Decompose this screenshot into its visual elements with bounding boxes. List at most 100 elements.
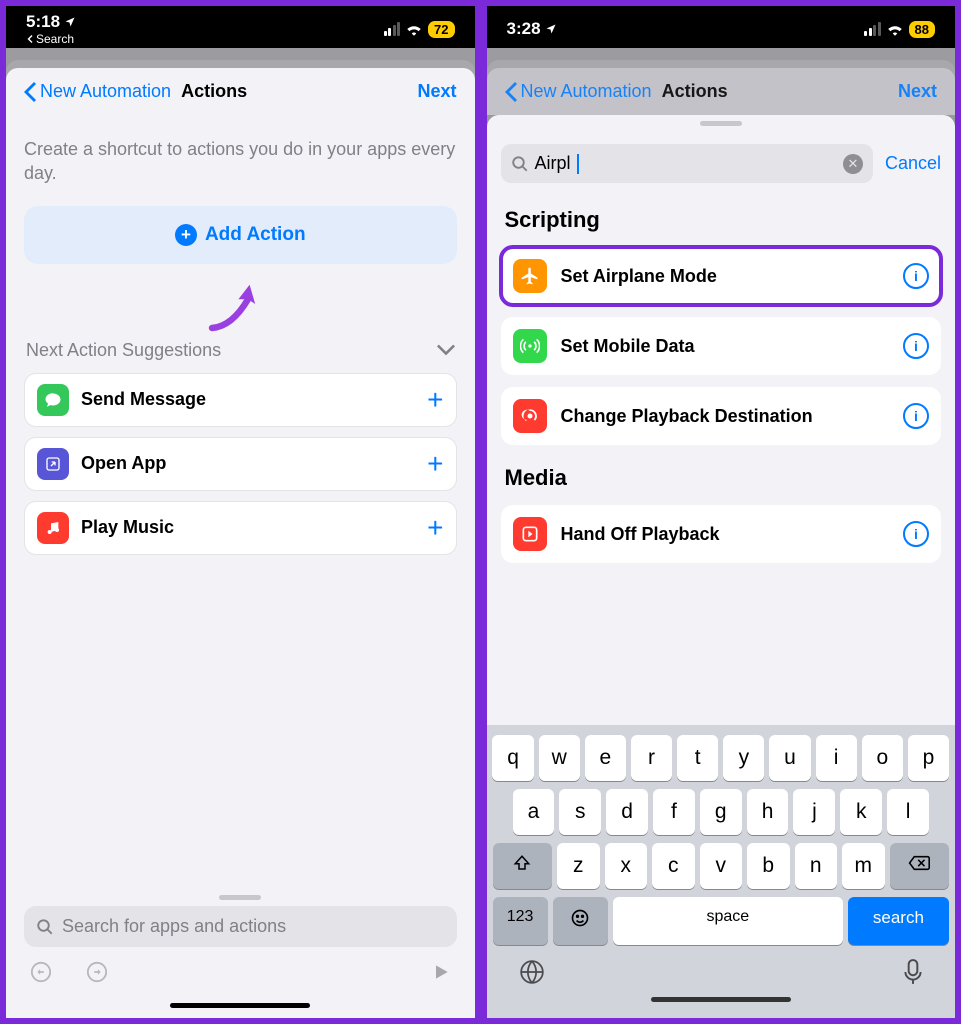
wifi-icon	[886, 22, 904, 36]
search-bar[interactable]: Search for apps and actions	[24, 906, 457, 947]
phone-left: 5:18 Search 72 New Automation Actions N	[3, 3, 478, 1021]
key-b[interactable]: b	[747, 843, 790, 889]
antenna-icon	[513, 329, 547, 363]
key-j[interactable]: j	[793, 789, 835, 835]
key-backspace[interactable]	[890, 843, 950, 889]
key-x[interactable]: x	[605, 843, 648, 889]
redo-icon[interactable]	[86, 961, 108, 983]
key-a[interactable]: a	[513, 789, 555, 835]
key-z[interactable]: z	[557, 843, 600, 889]
wifi-icon	[405, 22, 423, 36]
key-s[interactable]: s	[559, 789, 601, 835]
key-g[interactable]: g	[700, 789, 742, 835]
airplane-icon	[513, 259, 547, 293]
key-p[interactable]: p	[908, 735, 949, 781]
clear-icon[interactable]: ✕	[843, 154, 863, 174]
nav-back-button[interactable]: New Automation	[24, 81, 171, 102]
nav-next-button[interactable]: Next	[417, 81, 456, 102]
undo-icon[interactable]	[30, 961, 52, 983]
info-icon[interactable]: i	[903, 403, 929, 429]
grabber[interactable]	[219, 895, 261, 900]
key-m[interactable]: m	[842, 843, 885, 889]
cellular-icon	[384, 22, 401, 36]
add-icon[interactable]: +	[427, 448, 443, 480]
key-shift[interactable]	[493, 843, 553, 889]
search-value: Airpl	[535, 153, 571, 174]
key-d[interactable]: d	[606, 789, 648, 835]
home-indicator[interactable]	[170, 1003, 310, 1008]
add-icon[interactable]: +	[427, 384, 443, 416]
suggestion-send-message[interactable]: Send Message +	[24, 373, 457, 427]
suggestions-header-label: Next Action Suggestions	[26, 340, 221, 361]
result-label: Change Playback Destination	[561, 406, 813, 427]
airplay-icon	[513, 399, 547, 433]
result-hand-off-playback[interactable]: Hand Off Playback i	[501, 505, 942, 563]
actions-sheet: New Automation Actions Next Create a sho…	[6, 68, 475, 1018]
status-time: 5:18	[26, 12, 76, 32]
result-set-mobile-data[interactable]: Set Mobile Data i	[501, 317, 942, 375]
cancel-button[interactable]: Cancel	[885, 153, 941, 174]
nav-back-button[interactable]: New Automation	[505, 81, 652, 102]
suggestion-open-app[interactable]: Open App +	[24, 437, 457, 491]
key-space[interactable]: space	[613, 897, 843, 945]
suggestion-label: Open App	[81, 453, 166, 474]
key-e[interactable]: e	[585, 735, 626, 781]
chevron-left-icon	[24, 82, 36, 102]
key-v[interactable]: v	[700, 843, 743, 889]
globe-icon[interactable]	[519, 959, 545, 985]
key-k[interactable]: k	[840, 789, 882, 835]
key-search[interactable]: search	[848, 897, 949, 945]
key-t[interactable]: t	[677, 735, 718, 781]
section-media: Media	[487, 451, 956, 499]
key-u[interactable]: u	[769, 735, 810, 781]
key-l[interactable]: l	[887, 789, 929, 835]
grabber[interactable]	[700, 121, 742, 126]
key-c[interactable]: c	[652, 843, 695, 889]
suggestion-play-music[interactable]: Play Music +	[24, 501, 457, 555]
mic-icon[interactable]	[903, 959, 923, 985]
phone-right: 3:28 88 New Automation Actions Next	[484, 3, 959, 1021]
play-icon[interactable]	[431, 962, 451, 982]
result-label: Hand Off Playback	[561, 524, 720, 545]
key-q[interactable]: q	[492, 735, 533, 781]
add-icon[interactable]: +	[427, 512, 443, 544]
nav-next-button[interactable]: Next	[898, 81, 937, 102]
status-back-to-search[interactable]: Search	[26, 32, 76, 46]
home-indicator[interactable]	[651, 997, 791, 1002]
battery-badge: 72	[428, 21, 454, 38]
key-h[interactable]: h	[747, 789, 789, 835]
key-w[interactable]: w	[539, 735, 580, 781]
cellular-icon	[864, 22, 881, 36]
plus-circle-icon: +	[175, 224, 197, 246]
key-r[interactable]: r	[631, 735, 672, 781]
status-bar: 3:28 88	[487, 6, 956, 48]
handoff-icon	[513, 517, 547, 551]
key-y[interactable]: y	[723, 735, 764, 781]
keyboard: q w e r t y u i o p a	[487, 725, 956, 1018]
key-o[interactable]: o	[862, 735, 903, 781]
key-f[interactable]: f	[653, 789, 695, 835]
result-label: Set Mobile Data	[561, 336, 695, 357]
time-label: 3:28	[507, 19, 541, 39]
result-change-playback-destination[interactable]: Change Playback Destination i	[501, 387, 942, 445]
chevron-down-icon	[437, 344, 455, 356]
suggestions-header[interactable]: Next Action Suggestions	[24, 328, 457, 373]
music-icon	[37, 512, 69, 544]
key-i[interactable]: i	[816, 735, 857, 781]
location-icon	[545, 23, 557, 35]
info-icon[interactable]: i	[903, 263, 929, 289]
open-app-icon	[37, 448, 69, 480]
search-input[interactable]: Airpl ✕	[501, 144, 873, 183]
search-icon	[36, 918, 54, 936]
nav-title: Actions	[662, 81, 728, 102]
section-scripting: Scripting	[487, 193, 956, 241]
add-action-button[interactable]: + Add Action	[24, 206, 457, 264]
result-label: Set Airplane Mode	[561, 266, 717, 287]
key-123[interactable]: 123	[493, 897, 548, 945]
key-emoji[interactable]	[553, 897, 608, 945]
info-icon[interactable]: i	[903, 333, 929, 359]
key-n[interactable]: n	[795, 843, 838, 889]
result-set-airplane-mode[interactable]: Set Airplane Mode i	[501, 247, 942, 305]
add-action-label: Add Action	[205, 224, 306, 246]
info-icon[interactable]: i	[903, 521, 929, 547]
